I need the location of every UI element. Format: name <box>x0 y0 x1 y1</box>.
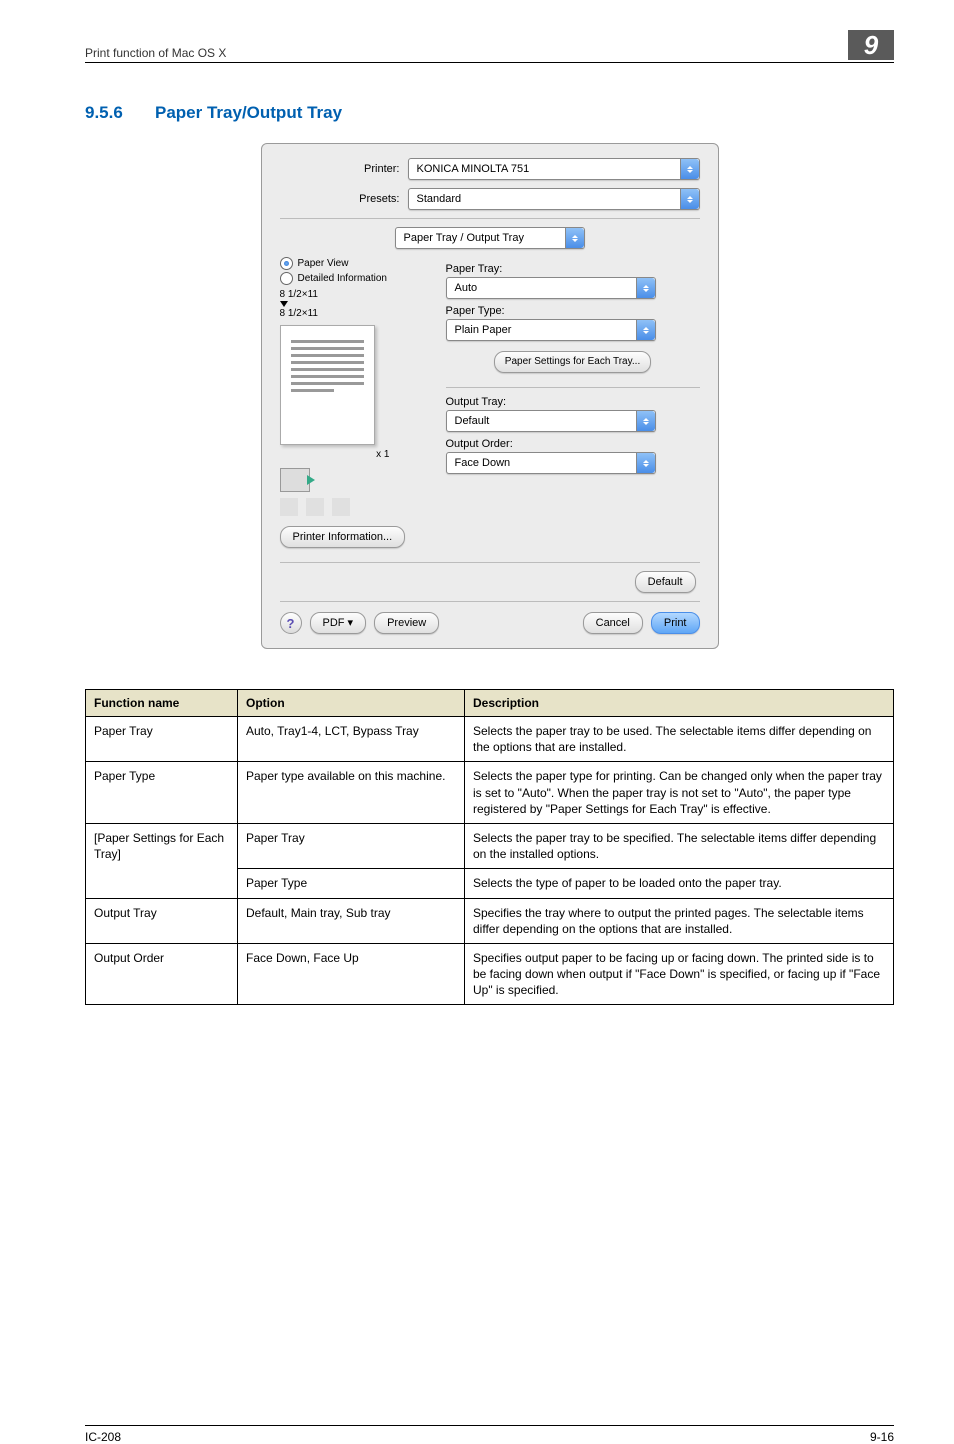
cell-func: Paper Type <box>86 762 238 824</box>
chevron-updown-icon <box>680 189 699 209</box>
print-dialog: Printer: KONICA MINOLTA 751 Presets: Sta… <box>261 143 719 649</box>
cell-func: [Paper Settings for Each Tray] <box>86 823 238 898</box>
print-button[interactable]: Print <box>651 612 700 634</box>
cell-desc: Selects the paper tray to be used. The s… <box>465 717 894 762</box>
section-name: Paper Tray/Output Tray <box>155 103 342 122</box>
th-function: Function name <box>86 690 238 717</box>
cell-option: Paper type available on this machine. <box>238 762 465 824</box>
cell-desc: Selects the type of paper to be loaded o… <box>465 869 894 898</box>
output-order-value: Face Down <box>455 457 511 469</box>
printer-label: Printer: <box>280 163 408 175</box>
function-table: Function name Option Description Paper T… <box>85 689 894 1005</box>
printer-value: KONICA MINOLTA 751 <box>417 163 530 175</box>
table-row: [Paper Settings for Each Tray] Paper Tra… <box>86 823 894 868</box>
breadcrumb: Print function of Mac OS X <box>85 46 226 60</box>
presets-value: Standard <box>417 193 462 205</box>
cancel-button[interactable]: Cancel <box>583 612 643 634</box>
size-top: 8 1/2×11 <box>280 289 430 300</box>
radio-detailed-info-label: Detailed Information <box>298 273 388 284</box>
table-row: Paper Type Paper type available on this … <box>86 762 894 824</box>
presets-select[interactable]: Standard <box>408 188 700 210</box>
printer-icon <box>280 468 310 492</box>
printer-information-button[interactable]: Printer Information... <box>280 526 406 548</box>
output-tray-label: Output Tray: <box>446 396 700 408</box>
cell-option: Paper Tray <box>238 823 465 868</box>
preview-button[interactable]: Preview <box>374 612 439 634</box>
cell-option: Default, Main tray, Sub tray <box>238 898 465 943</box>
table-row: Output Tray Default, Main tray, Sub tray… <box>86 898 894 943</box>
radio-paper-view-label: Paper View <box>298 258 349 269</box>
status-icon <box>332 498 350 516</box>
copies-indicator: x 1 <box>280 449 390 460</box>
table-row: Output Order Face Down, Face Up Specifie… <box>86 943 894 1005</box>
cell-option: Face Down, Face Up <box>238 943 465 1005</box>
th-option: Option <box>238 690 465 717</box>
paper-type-select[interactable]: Plain Paper <box>446 319 656 341</box>
pane-select[interactable]: Paper Tray / Output Tray <box>395 227 585 249</box>
printer-select[interactable]: KONICA MINOLTA 751 <box>408 158 700 180</box>
paper-tray-select[interactable]: Auto <box>446 277 656 299</box>
cell-func: Output Order <box>86 943 238 1005</box>
radio-paper-view[interactable] <box>280 257 293 270</box>
cell-desc: Selects the paper tray to be specified. … <box>465 823 894 868</box>
presets-label: Presets: <box>280 193 408 205</box>
chevron-updown-icon <box>636 320 655 340</box>
footer-left: IC-208 <box>85 1430 121 1444</box>
footer-right: 9-16 <box>870 1430 894 1444</box>
page-preview <box>280 325 375 445</box>
chevron-updown-icon <box>636 411 655 431</box>
status-icon <box>306 498 324 516</box>
th-description: Description <box>465 690 894 717</box>
paper-type-value: Plain Paper <box>455 324 512 336</box>
cell-func: Output Tray <box>86 898 238 943</box>
paper-tray-label: Paper Tray: <box>446 263 700 275</box>
cell-option: Auto, Tray1-4, LCT, Bypass Tray <box>238 717 465 762</box>
table-row: Paper Tray Auto, Tray1-4, LCT, Bypass Tr… <box>86 717 894 762</box>
section-title: 9.5.6Paper Tray/Output Tray <box>85 103 894 123</box>
output-order-select[interactable]: Face Down <box>446 452 656 474</box>
section-number: 9.5.6 <box>85 103 155 123</box>
triangle-down-icon <box>280 301 288 307</box>
chevron-updown-icon <box>565 228 584 248</box>
output-order-label: Output Order: <box>446 438 700 450</box>
size-bottom: 8 1/2×11 <box>280 308 430 319</box>
chevron-updown-icon <box>636 278 655 298</box>
chapter-number: 9 <box>848 30 894 60</box>
paper-tray-value: Auto <box>455 282 478 294</box>
status-icon <box>280 498 298 516</box>
pane-value: Paper Tray / Output Tray <box>404 232 524 244</box>
chevron-updown-icon <box>680 159 699 179</box>
cell-option: Paper Type <box>238 869 465 898</box>
output-tray-select[interactable]: Default <box>446 410 656 432</box>
paper-type-label: Paper Type: <box>446 305 700 317</box>
cell-desc: Specifies the tray where to output the p… <box>465 898 894 943</box>
default-button[interactable]: Default <box>635 571 696 593</box>
cell-desc: Selects the paper type for printing. Can… <box>465 762 894 824</box>
output-tray-value: Default <box>455 415 490 427</box>
paper-settings-each-tray-button[interactable]: Paper Settings for Each Tray... <box>494 351 651 373</box>
chevron-updown-icon <box>636 453 655 473</box>
cell-desc: Specifies output paper to be facing up o… <box>465 943 894 1005</box>
radio-detailed-info[interactable] <box>280 272 293 285</box>
help-button[interactable]: ? <box>280 612 302 634</box>
pdf-menu-button[interactable]: PDF ▾ <box>310 612 367 634</box>
cell-func: Paper Tray <box>86 717 238 762</box>
